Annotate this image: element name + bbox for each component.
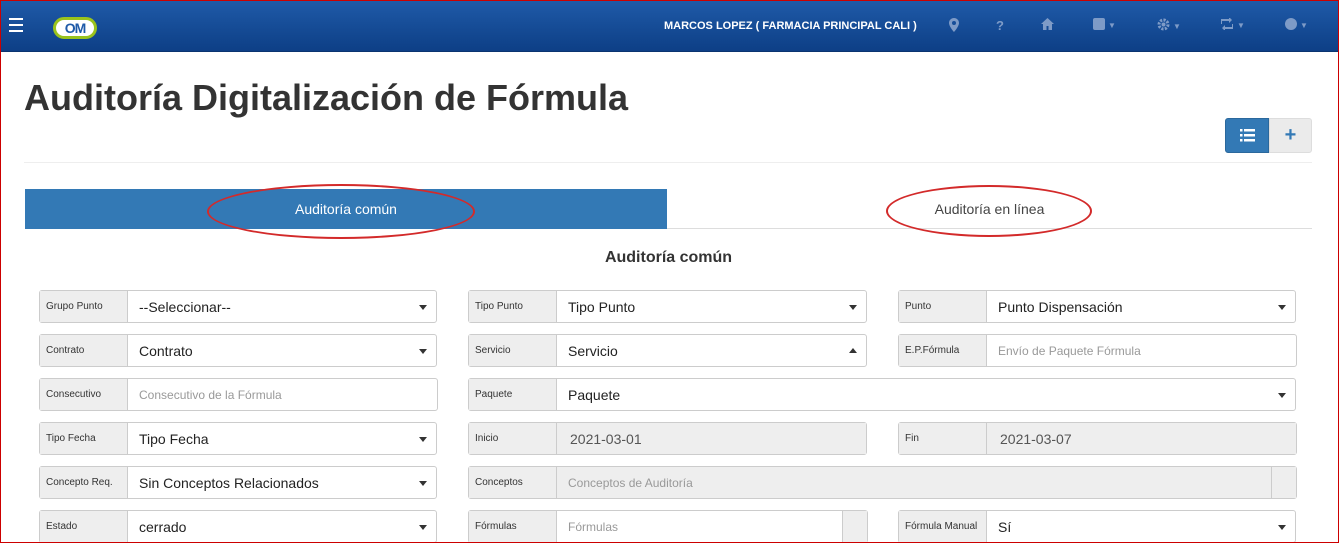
add-button[interactable]: + xyxy=(1269,118,1312,153)
user-circle-icon[interactable]: ▼ xyxy=(1285,18,1308,34)
map-marker-icon[interactable] xyxy=(949,18,959,36)
caret-down-icon xyxy=(849,305,857,310)
caret-down-icon xyxy=(419,349,427,354)
ep-formula-field[interactable]: E.P.Fórmula Envío de Paquete Fórmula xyxy=(898,334,1297,367)
field-label: Paquete xyxy=(469,379,557,410)
caret-down-icon xyxy=(419,525,427,530)
inicio-field[interactable]: Inicio 2021-03-01 xyxy=(468,422,867,455)
section-title: Auditoría común xyxy=(604,249,733,266)
caret-down-icon xyxy=(1278,305,1286,310)
list-view-button[interactable] xyxy=(1225,118,1269,153)
page-title: Auditoría Digitalización de Fórmula xyxy=(24,77,629,118)
conceptos-addon[interactable] xyxy=(1271,467,1296,498)
formula-manual-field[interactable]: Fórmula Manual Sí xyxy=(898,510,1296,542)
field-label: Fórmula Manual xyxy=(899,511,987,542)
estado-field[interactable]: Estado cerrado xyxy=(39,510,437,542)
ep-formula-input[interactable]: Envío de Paquete Fórmula xyxy=(987,335,1296,366)
consecutivo-input[interactable]: Consecutivo de la Fórmula xyxy=(128,379,437,410)
paquete-field[interactable]: Paquete Paquete xyxy=(468,378,1296,411)
select-value: Tipo Punto xyxy=(568,298,636,315)
tipo-punto-field[interactable]: Tipo Punto Tipo Punto xyxy=(468,290,867,323)
formulas-input[interactable]: Fórmulas xyxy=(557,511,842,542)
conceptos-input[interactable]: Conceptos de Auditoría xyxy=(557,467,1271,498)
field-label: Tipo Fecha xyxy=(40,423,128,454)
conceptos-field[interactable]: Conceptos Conceptos de Auditoría xyxy=(468,466,1297,499)
paquete-select[interactable]: Paquete xyxy=(557,379,1295,410)
caret-up-icon xyxy=(849,348,857,353)
top-navbar: OM MARCOS LOPEZ ( FARMACIA PRINCIPAL CAL… xyxy=(1,1,1338,52)
grupo-punto-field[interactable]: Grupo Punto --Seleccionar-- xyxy=(39,290,437,323)
select-value: Servicio xyxy=(568,342,618,359)
select-value: --Seleccionar-- xyxy=(139,298,231,315)
grupo-punto-select[interactable]: --Seleccionar-- xyxy=(128,291,436,322)
tab-auditoria-en-linea[interactable]: Auditoría en línea xyxy=(667,189,1312,229)
caret-down-icon xyxy=(1278,525,1286,530)
formulas-addon[interactable] xyxy=(842,511,867,542)
field-label: Consecutivo xyxy=(40,379,128,410)
servicio-select[interactable]: Servicio xyxy=(557,335,866,366)
consecutivo-field[interactable]: Consecutivo Consecutivo de la Fórmula xyxy=(39,378,438,411)
select-value: Sí xyxy=(998,518,1012,535)
field-label: Inicio xyxy=(469,423,557,454)
caret-down-icon xyxy=(419,305,427,310)
tab-auditoria-comun[interactable]: Auditoría común xyxy=(25,189,667,229)
select-value: Sin Conceptos Relacionados xyxy=(139,474,319,491)
question-icon[interactable]: ? xyxy=(996,18,1004,34)
caret-down-icon xyxy=(419,481,427,486)
contrato-select[interactable]: Contrato xyxy=(128,335,436,366)
square-icon[interactable]: ▼ xyxy=(1093,18,1116,34)
app-logo[interactable]: OM xyxy=(53,17,97,39)
select-value: Paquete xyxy=(568,386,621,403)
field-label: Concepto Req. xyxy=(40,467,128,498)
tipo-fecha-select[interactable]: Tipo Fecha xyxy=(128,423,436,454)
field-label: Grupo Punto xyxy=(40,291,128,322)
estado-select[interactable]: cerrado xyxy=(128,511,436,542)
gear-icon[interactable]: ▼ xyxy=(1157,18,1181,35)
retweet-icon[interactable]: ▼ xyxy=(1220,17,1245,34)
field-label: Fórmulas xyxy=(469,511,557,542)
field-label: Fin xyxy=(899,423,987,454)
select-value: Contrato xyxy=(139,342,193,359)
field-label: Punto xyxy=(899,291,987,322)
punto-field[interactable]: Punto Punto Dispensación xyxy=(898,290,1296,323)
fin-field[interactable]: Fin 2021-03-07 xyxy=(898,422,1297,455)
field-label: E.P.Fórmula xyxy=(899,335,987,366)
app-frame: OM MARCOS LOPEZ ( FARMACIA PRINCIPAL CAL… xyxy=(0,0,1339,543)
list-icon xyxy=(1240,129,1255,142)
concepto-req-select[interactable]: Sin Conceptos Relacionados xyxy=(128,467,436,498)
concepto-req-field[interactable]: Concepto Req. Sin Conceptos Relacionados xyxy=(39,466,437,499)
punto-select[interactable]: Punto Dispensación xyxy=(987,291,1295,322)
tipo-punto-select[interactable]: Tipo Punto xyxy=(557,291,866,322)
home-icon[interactable] xyxy=(1041,18,1054,34)
servicio-field[interactable]: Servicio Servicio xyxy=(468,334,867,367)
formulas-field[interactable]: Fórmulas Fórmulas xyxy=(468,510,868,542)
tipo-fecha-field[interactable]: Tipo Fecha Tipo Fecha xyxy=(39,422,437,455)
field-label: Tipo Punto xyxy=(469,291,557,322)
field-label: Conceptos xyxy=(469,467,557,498)
select-value: cerrado xyxy=(139,518,187,535)
caret-down-icon xyxy=(1278,393,1286,398)
header-divider xyxy=(24,162,1312,163)
formula-manual-select[interactable]: Sí xyxy=(987,511,1295,542)
select-value: Tipo Fecha xyxy=(139,430,209,447)
contrato-field[interactable]: Contrato Contrato xyxy=(39,334,437,367)
user-label[interactable]: MARCOS LOPEZ ( FARMACIA PRINCIPAL CALI ) xyxy=(664,20,917,32)
field-label: Servicio xyxy=(469,335,557,366)
field-label: Contrato xyxy=(40,335,128,366)
fin-date-input[interactable]: 2021-03-07 xyxy=(987,423,1296,454)
menu-toggle-icon[interactable] xyxy=(9,18,23,32)
field-label: Estado xyxy=(40,511,128,542)
inicio-date-input[interactable]: 2021-03-01 xyxy=(557,423,866,454)
caret-down-icon xyxy=(419,437,427,442)
select-value: Punto Dispensación xyxy=(998,298,1123,315)
